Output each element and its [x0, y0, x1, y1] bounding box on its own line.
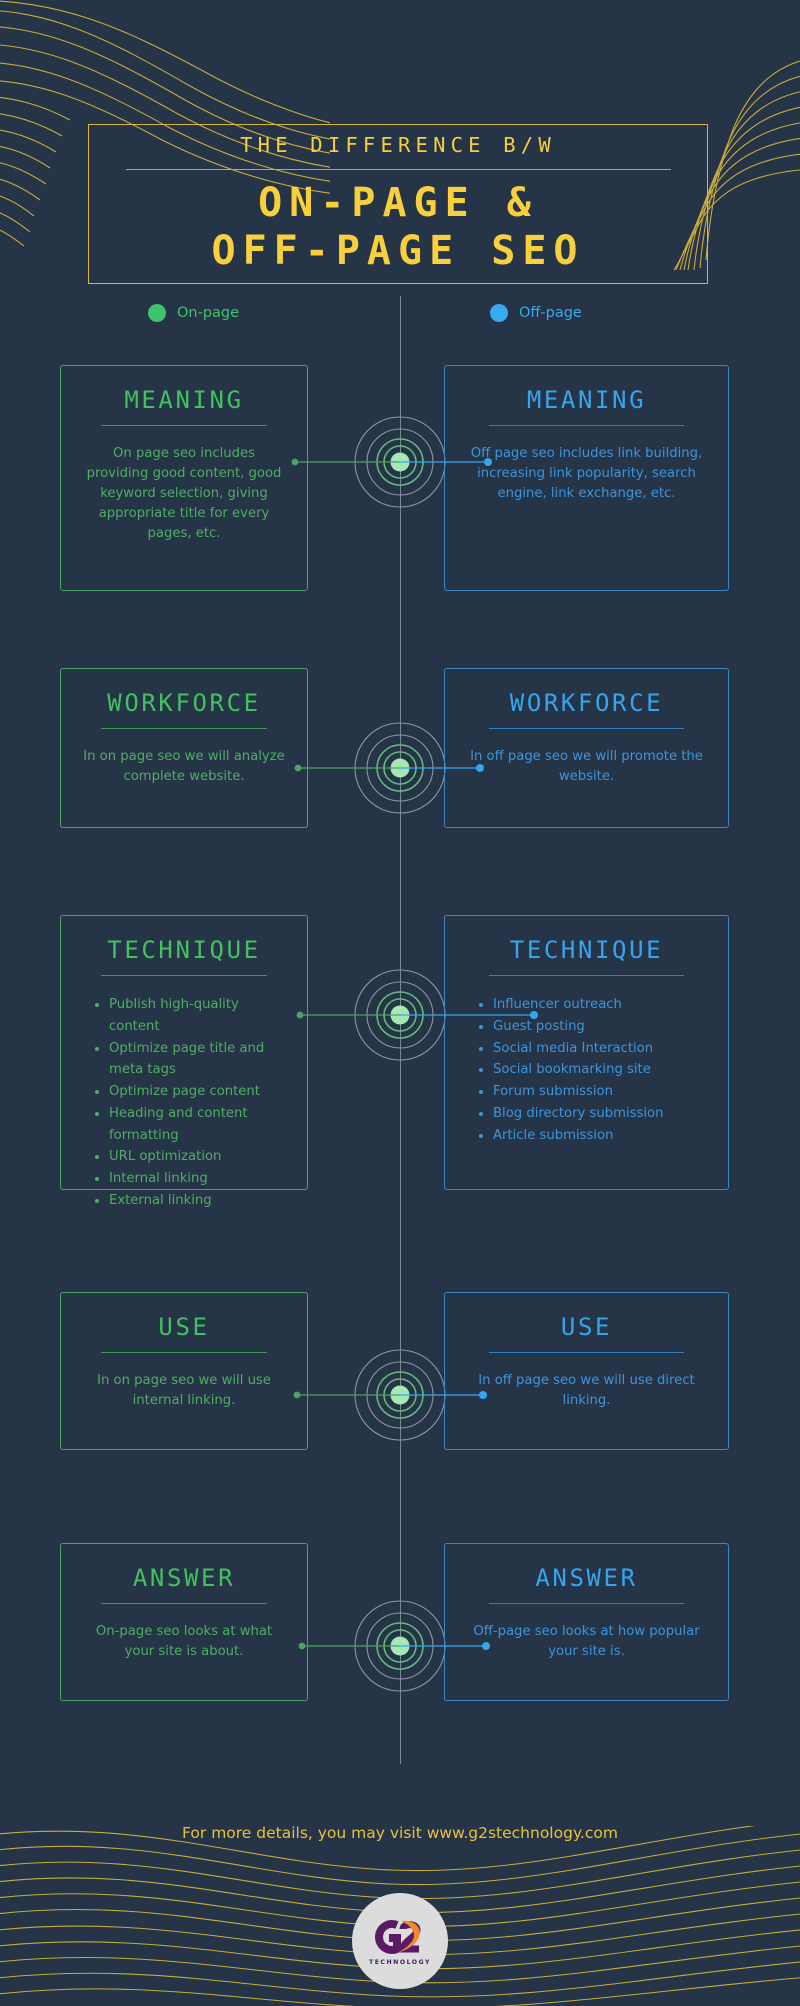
card-title: ANSWER: [132, 1564, 236, 1592]
card-title: WORKFORCE: [107, 689, 261, 717]
card-body: In off page seo we will promote the webs…: [470, 749, 703, 785]
card-body: Off-page seo looks at how popular your s…: [473, 1624, 700, 1660]
list-item: Publish high-quality content: [109, 994, 285, 1038]
card-divider: [101, 1603, 267, 1604]
list-item: Article submission: [493, 1125, 706, 1147]
logo-mark: [367, 1917, 433, 1957]
card-body: In on page seo we will use internal link…: [97, 1373, 271, 1409]
card-divider: [488, 1603, 685, 1604]
card-on-page-meaning: MEANING On page seo includes providing g…: [60, 365, 308, 591]
list-item: Optimize page title and meta tags: [109, 1038, 285, 1082]
card-off-page-use: USE In off page seo we will use direct l…: [444, 1292, 729, 1450]
card-divider: [488, 425, 685, 426]
card-title: TECHNIQUE: [509, 936, 664, 964]
card-on-page-workforce: WORKFORCE In on page seo we will analyze…: [60, 668, 308, 828]
card-off-page-technique: TECHNIQUE Influencer outreachGuest posti…: [444, 915, 729, 1190]
list-item: Social media Interaction: [493, 1038, 706, 1060]
card-body: In on page seo we will analyze complete …: [83, 749, 285, 785]
technique-list-off-page: Influencer outreachGuest postingSocial m…: [467, 994, 706, 1146]
technique-list-on-page: Publish high-quality contentOptimize pag…: [83, 994, 285, 1212]
card-title: ANSWER: [535, 1564, 638, 1592]
card-title: USE: [158, 1313, 210, 1341]
list-item: External linking: [109, 1190, 285, 1212]
card-on-page-technique: TECHNIQUE Publish high-quality contentOp…: [60, 915, 308, 1208]
list-item: Heading and content formatting: [109, 1103, 285, 1147]
card-divider: [101, 425, 267, 426]
list-item: Guest posting: [493, 1016, 706, 1038]
card-body: In off page seo we will use direct linki…: [478, 1373, 695, 1409]
card-off-page-workforce: WORKFORCE In off page seo we will promot…: [444, 668, 729, 828]
card-on-page-use: USE In on page seo we will use internal …: [60, 1292, 308, 1450]
card-body: Off page seo includes link building, inc…: [470, 446, 703, 502]
list-item: Influencer outreach: [493, 994, 706, 1016]
card-title: USE: [560, 1313, 613, 1341]
card-title: MEANING: [124, 386, 244, 414]
card-on-page-answer: ANSWER On-page seo looks at what your si…: [60, 1543, 308, 1701]
card-title: MEANING: [526, 386, 647, 414]
card-divider: [488, 1352, 685, 1353]
list-item: Social bookmarking site: [493, 1059, 706, 1081]
card-title: TECHNIQUE: [107, 936, 261, 964]
list-item: Optimize page content: [109, 1081, 285, 1103]
list-item: URL optimization: [109, 1146, 285, 1168]
card-body: On-page seo looks at what your site is a…: [95, 1624, 273, 1660]
card-divider: [101, 975, 267, 976]
company-logo: TECHNOLOGY: [352, 1893, 448, 1989]
logo-wordmark: TECHNOLOGY: [368, 1958, 431, 1966]
footer-website-text[interactable]: For more details, you may visit www.g2st…: [0, 1824, 800, 1842]
card-divider: [101, 728, 267, 729]
card-title: WORKFORCE: [509, 689, 664, 717]
card-body: On page seo includes providing good cont…: [86, 446, 282, 542]
card-divider: [488, 728, 685, 729]
list-item: Internal linking: [109, 1168, 285, 1190]
card-divider: [101, 1352, 267, 1353]
card-off-page-meaning: MEANING Off page seo includes link build…: [444, 365, 729, 591]
card-off-page-answer: ANSWER Off-page seo looks at how popular…: [444, 1543, 729, 1701]
card-divider: [488, 975, 685, 976]
list-item: Blog directory submission: [493, 1103, 706, 1125]
list-item: Forum submission: [493, 1081, 706, 1103]
